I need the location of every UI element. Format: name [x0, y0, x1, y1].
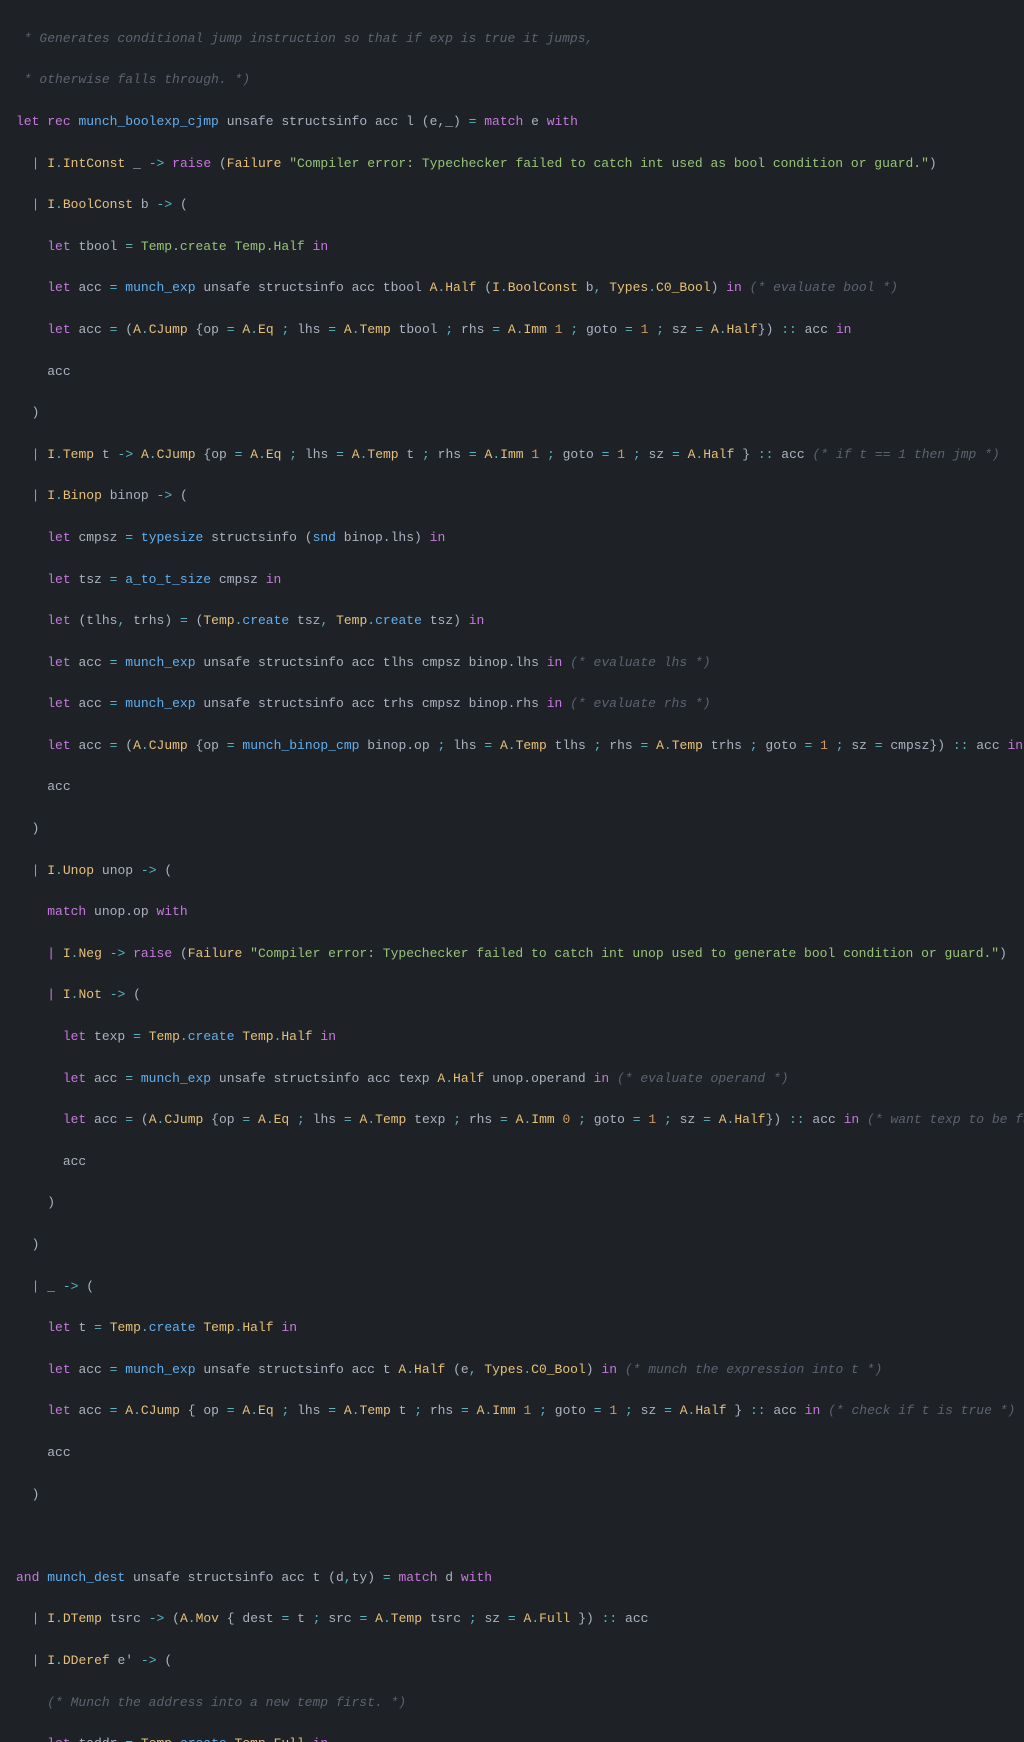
code-line: * Generates conditional jump instruction… — [0, 29, 1024, 50]
code-line: ) — [0, 1485, 1024, 1506]
code-line: | I.Binop binop -> ( — [0, 486, 1024, 507]
code-line: let acc = munch_exp unsafe structsinfo a… — [0, 653, 1024, 674]
code-line: | I.IntConst _ -> raise (Failure "Compil… — [0, 154, 1024, 175]
code-line: acc — [0, 1152, 1024, 1173]
code-line: let cmpsz = typesize structsinfo (snd bi… — [0, 528, 1024, 549]
code-line: | I.BoolConst b -> ( — [0, 195, 1024, 216]
code-line: ) — [0, 1235, 1024, 1256]
code-line: match unop.op with — [0, 902, 1024, 923]
code-line: | I.Not -> ( — [0, 985, 1024, 1006]
code-line: ) — [0, 819, 1024, 840]
code-line: let acc = (A.CJump {op = munch_binop_cmp… — [0, 736, 1024, 757]
code-line: ) — [0, 403, 1024, 424]
code-line — [0, 1526, 1024, 1547]
code-line: | I.DTemp tsrc -> (A.Mov { dest = t ; sr… — [0, 1609, 1024, 1630]
code-line: * otherwise falls through. *) — [0, 70, 1024, 91]
code-editor: * Generates conditional jump instruction… — [0, 0, 1024, 1742]
code-line: let taddr = Temp.create Temp.Full in — [0, 1734, 1024, 1742]
code-line: | I.DDeref e' -> ( — [0, 1651, 1024, 1672]
code-line: let tbool = Temp.create Temp.Half in — [0, 237, 1024, 258]
code-line: acc — [0, 362, 1024, 383]
code-line: let acc = A.CJump { op = A.Eq ; lhs = A.… — [0, 1401, 1024, 1422]
code-line: let acc = (A.CJump {op = A.Eq ; lhs = A.… — [0, 1110, 1024, 1131]
code-line: let texp = Temp.create Temp.Half in — [0, 1027, 1024, 1048]
code-line: | I.Temp t -> A.CJump {op = A.Eq ; lhs =… — [0, 445, 1024, 466]
code-line: let tsz = a_to_t_size cmpsz in — [0, 570, 1024, 591]
code-line: | I.Unop unop -> ( — [0, 861, 1024, 882]
code-line: acc — [0, 777, 1024, 798]
code-line: let acc = munch_exp unsafe structsinfo a… — [0, 694, 1024, 715]
code-line: and munch_dest unsafe structsinfo acc t … — [0, 1568, 1024, 1589]
code-line: let acc = munch_exp unsafe structsinfo a… — [0, 1360, 1024, 1381]
code-line: let acc = (A.CJump {op = A.Eq ; lhs = A.… — [0, 320, 1024, 341]
code-line: ) — [0, 1193, 1024, 1214]
code-line: let t = Temp.create Temp.Half in — [0, 1318, 1024, 1339]
code-line: | _ -> ( — [0, 1277, 1024, 1298]
code-line: let acc = munch_exp unsafe structsinfo a… — [0, 278, 1024, 299]
code-line: (* Munch the address into a new temp fir… — [0, 1693, 1024, 1714]
code-line: let acc = munch_exp unsafe structsinfo a… — [0, 1069, 1024, 1090]
code-line: let rec munch_boolexp_cjmp unsafe struct… — [0, 112, 1024, 133]
code-line: acc — [0, 1443, 1024, 1464]
code-line: let (tlhs, trhs) = (Temp.create tsz, Tem… — [0, 611, 1024, 632]
code-line: | I.Neg -> raise (Failure "Compiler erro… — [0, 944, 1024, 965]
